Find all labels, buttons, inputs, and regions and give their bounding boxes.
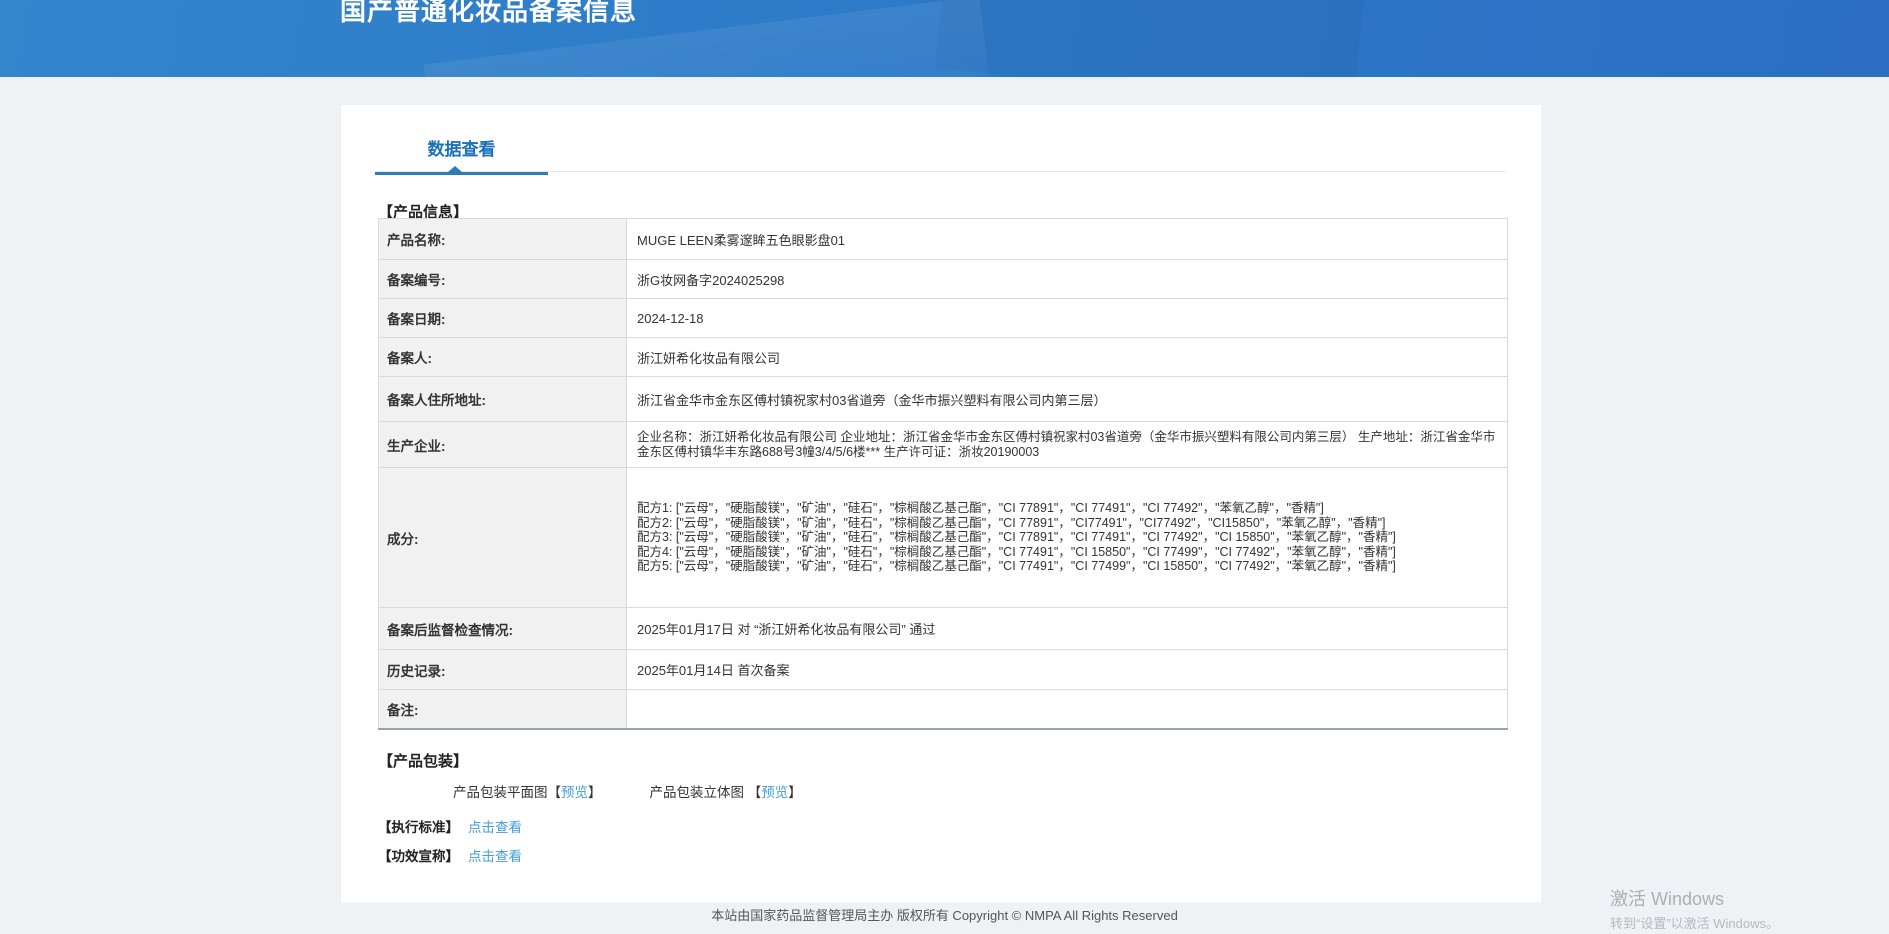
row-label: 生产企业: (378, 421, 627, 468)
row-label: 备案后监督检查情况: (378, 607, 627, 650)
tab-data-view-label: 数据查看 (427, 140, 496, 159)
row-label: 备案人住所地址: (378, 376, 627, 422)
page-title: 国产普通化妆品备案信息 (340, 0, 638, 26)
table-row: 备案人: 浙江妍希化妆品有限公司 (378, 337, 1508, 377)
row-label: 备案人: (378, 337, 627, 377)
executive-standard-row: 【执行标准】 点击查看 (378, 816, 522, 836)
bracket-open: 【 (547, 785, 562, 800)
table-row: 备注: (378, 689, 1508, 729)
row-label: 产品名称: (378, 218, 627, 260)
executive-standard-label: 【执行标准】 (378, 820, 459, 835)
row-value (626, 689, 1508, 729)
table-row: 历史记录: 2025年01月14日 首次备案 (378, 649, 1508, 690)
view-claims-link[interactable]: 点击查看 (468, 845, 522, 865)
packaging-item-3d: 产品包装立体图 【预览】 (650, 781, 802, 801)
tab-active-indicator-icon (448, 166, 462, 172)
view-standard-link[interactable]: 点击查看 (468, 816, 522, 836)
table-row: 生产企业: 企业名称：浙江妍希化妆品有限公司 企业地址：浙江省金华市金东区傅村镇… (378, 421, 1508, 468)
table-row: 备案日期: 2024-12-18 (378, 298, 1508, 338)
row-value: 浙江省金华市金东区傅村镇祝家村03省道旁（金华市振兴塑料有限公司内第三层） (626, 376, 1508, 422)
packaging-row: 产品包装平面图【预览】 产品包装立体图 【预览】 (453, 781, 802, 801)
section-title-packaging: 【产品包装】 (378, 753, 469, 770)
row-label: 历史记录: (378, 649, 627, 690)
preview-flat-link[interactable]: 预览 (561, 785, 588, 800)
tab-bar: 数据查看 (375, 137, 1506, 175)
footer-copyright: 本站由国家药品监督管理局主办 版权所有 Copyright © NMPA All… (711, 908, 1178, 923)
packaging-item-flat: 产品包装平面图【预览】 (453, 781, 602, 801)
efficacy-claims-label: 【功效宣称】 (378, 849, 459, 864)
preview-3d-link[interactable]: 预览 (761, 785, 788, 800)
bracket-open: 【 (747, 785, 762, 800)
tab-data-view[interactable]: 数据查看 (375, 137, 548, 175)
table-row: 产品名称: MUGE LEEN柔雾邃眸五色眼影盘01 (378, 218, 1508, 260)
bracket-close: 】 (588, 785, 602, 800)
row-value: 浙G妆网备字2024025298 (626, 259, 1508, 299)
row-value: 2024-12-18 (626, 298, 1508, 338)
packaging-3d-label: 产品包装立体图 (649, 785, 748, 800)
row-value-ingredients: 配方1: ["云母"，"硬脂酸镁"，"矿油"，"硅石"，"棕榈酸乙基己酯"，"C… (626, 467, 1508, 608)
table-row: 备案后监督检查情况: 2025年01月17日 对 “浙江妍希化妆品有限公司” 通… (378, 607, 1508, 650)
efficacy-claims-row: 【功效宣称】 点击查看 (378, 845, 522, 865)
packaging-flat-label: 产品包装平面图 (453, 785, 548, 800)
table-row: 成分: 配方1: ["云母"，"硬脂酸镁"，"矿油"，"硅石"，"棕榈酸乙基己酯… (378, 467, 1508, 608)
row-value: 2025年01月17日 对 “浙江妍希化妆品有限公司” 通过 (626, 607, 1508, 650)
page-header: 国产普通化妆品备案信息 (0, 0, 1889, 77)
content-card: 数据查看 【产品信息】 产品名称: MUGE LEEN柔雾邃眸五色眼影盘01 备… (341, 105, 1541, 902)
row-label: 备案日期: (378, 298, 627, 338)
product-info-table: 产品名称: MUGE LEEN柔雾邃眸五色眼影盘01 备案编号: 浙G妆网备字2… (378, 218, 1508, 730)
table-row: 备案人住所地址: 浙江省金华市金东区傅村镇祝家村03省道旁（金华市振兴塑料有限公… (378, 376, 1508, 422)
row-label: 备注: (378, 689, 627, 729)
row-label: 成分: (378, 467, 627, 608)
row-value: 浙江妍希化妆品有限公司 (626, 337, 1508, 377)
row-value: MUGE LEEN柔雾邃眸五色眼影盘01 (626, 218, 1508, 260)
banner-decoration (935, 0, 1365, 77)
row-value: 企业名称：浙江妍希化妆品有限公司 企业地址：浙江省金华市金东区傅村镇祝家村03省… (626, 421, 1508, 468)
row-label: 备案编号: (378, 259, 627, 299)
bracket-close: 】 (788, 785, 802, 800)
table-row: 备案编号: 浙G妆网备字2024025298 (378, 259, 1508, 299)
row-value: 2025年01月14日 首次备案 (626, 649, 1508, 690)
